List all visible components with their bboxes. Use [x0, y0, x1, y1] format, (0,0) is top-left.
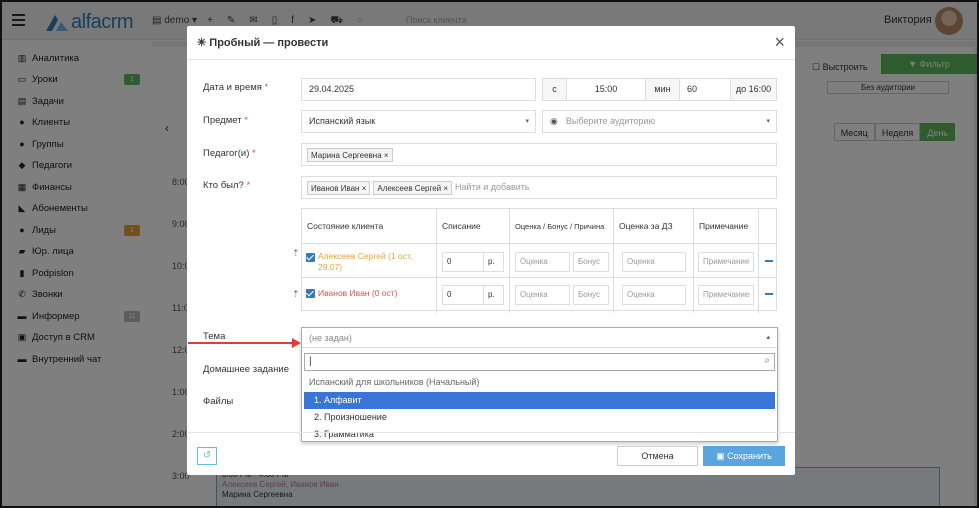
homework-grade-select[interactable]: Оценка: [622, 252, 686, 272]
grade-select[interactable]: Оценка: [515, 285, 570, 305]
sort-icon[interactable]: ⇡: [292, 289, 300, 300]
homework-grade-select[interactable]: Оценка: [622, 285, 686, 305]
subject-select[interactable]: Испанский язык ▾: [301, 110, 536, 133]
from-addon: с: [542, 78, 567, 101]
checkbox[interactable]: [306, 289, 315, 298]
col-header: Списание: [437, 209, 510, 243]
client-tag[interactable]: Иванов Иван ×: [307, 180, 371, 195]
remove-row-icon[interactable]: [765, 293, 773, 295]
chevron-down-icon: ▾: [766, 118, 770, 125]
teachers-label: Педагог(и) *: [203, 148, 256, 159]
charge-input[interactable]: 0: [442, 252, 484, 272]
remove-icon: ×: [443, 183, 449, 193]
attended-label: Кто был? *: [203, 180, 251, 191]
chevron-down-icon: ▾: [525, 118, 529, 125]
cancel-button[interactable]: Отмена: [617, 446, 698, 466]
currency-addon: р.: [483, 252, 504, 272]
datetime-label: Дата и время *: [203, 82, 269, 93]
client-status[interactable]: Алексеев Сергей (1 ост, 29.07): [318, 251, 436, 273]
currency-addon: р.: [483, 285, 504, 305]
search-icon: ⌕: [764, 355, 770, 366]
option-group: Испанский для школьников (Начальный): [309, 377, 480, 387]
files-label: Файлы: [203, 396, 234, 407]
topic-search-input[interactable]: | ⌕: [304, 353, 775, 371]
save-button[interactable]: ▣ Сохранить: [703, 446, 785, 466]
topic-select[interactable]: (не задан) ▴: [302, 328, 777, 348]
chevron-up-icon: ▴: [766, 334, 770, 341]
reset-icon[interactable]: ↺: [197, 447, 217, 465]
remove-icon: ×: [383, 150, 389, 160]
save-icon: ▣: [716, 451, 725, 461]
topic-dropdown[interactable]: (не задан) ▴ | ⌕ Испанский для школьников…: [301, 327, 778, 442]
client-tag[interactable]: Алексеев Сергей ×: [373, 180, 453, 195]
client-status[interactable]: Иванов Иван (0 ост): [318, 288, 398, 298]
topic-option[interactable]: 2. Произношение: [304, 409, 775, 426]
room-select[interactable]: ◉ Выберите аудиторию ▾: [542, 110, 777, 133]
time-input[interactable]: 15:00: [566, 78, 646, 101]
attended-input[interactable]: Иванов Иван × Алексеев Сергей × Найти и до…: [301, 176, 777, 199]
charge-input[interactable]: 0: [442, 285, 484, 305]
col-header: Оценка за ДЗ: [614, 209, 694, 243]
asterisk-icon: ✳: [197, 37, 207, 49]
annotation-arrow: [188, 338, 301, 348]
attended-search[interactable]: Найти и добавить: [455, 182, 530, 192]
bonus-input[interactable]: Бонус: [573, 285, 609, 305]
grade-select[interactable]: Оценка: [515, 252, 570, 272]
checkbox[interactable]: [306, 253, 315, 262]
attendance-table: Состояние клиента Списание Оценка / Бону…: [301, 208, 777, 313]
close-icon[interactable]: ×: [774, 32, 785, 53]
teachers-input[interactable]: Марина Сергеевна ×: [301, 143, 777, 166]
col-header: Состояние клиента: [302, 209, 437, 243]
minutes-addon: мин: [645, 78, 680, 101]
note-input[interactable]: Примечание: [698, 285, 754, 305]
app-window: alfacrm ▤ demo ▾ + ✎ ✉ ▯ f ➤ ⛟ ◌ Поиск к…: [0, 0, 979, 508]
table-row: Иванов Иван (0 ост) 0 р. Оценка Бонус Оц…: [302, 277, 776, 313]
sort-icon[interactable]: ⇡: [292, 248, 300, 259]
end-time-addon: до 16:00: [730, 78, 777, 101]
note-input[interactable]: Примечание: [698, 252, 754, 272]
modal-footer: ↺ Отмена ▣ Сохранить: [187, 432, 795, 475]
teacher-tag[interactable]: Марина Сергеевна ×: [307, 147, 393, 162]
subject-label: Предмет *: [203, 115, 248, 126]
col-header: Оценка / Бонус / Причина: [510, 209, 614, 243]
remove-icon: ×: [361, 183, 367, 193]
topic-option[interactable]: 1. Алфавит: [304, 392, 775, 409]
date-input[interactable]: 29.04.2025: [301, 78, 536, 101]
map-marker-icon: ◉: [550, 116, 558, 126]
table-row: Алексеев Сергей (1 ост, 29.07) 0 р. Оцен…: [302, 243, 776, 279]
remove-row-icon[interactable]: [765, 260, 773, 262]
modal-header: ✳ Пробный — провести ×: [187, 26, 795, 60]
col-header: Примечание: [694, 209, 759, 243]
modal-title: ✳ Пробный — провести: [197, 37, 329, 49]
duration-input[interactable]: 60: [679, 78, 731, 101]
lesson-modal: ✳ Пробный — провести × Дата и время * 29…: [187, 26, 795, 475]
homework-label: Домашнее задание: [203, 364, 290, 375]
bonus-input[interactable]: Бонус: [573, 252, 609, 272]
